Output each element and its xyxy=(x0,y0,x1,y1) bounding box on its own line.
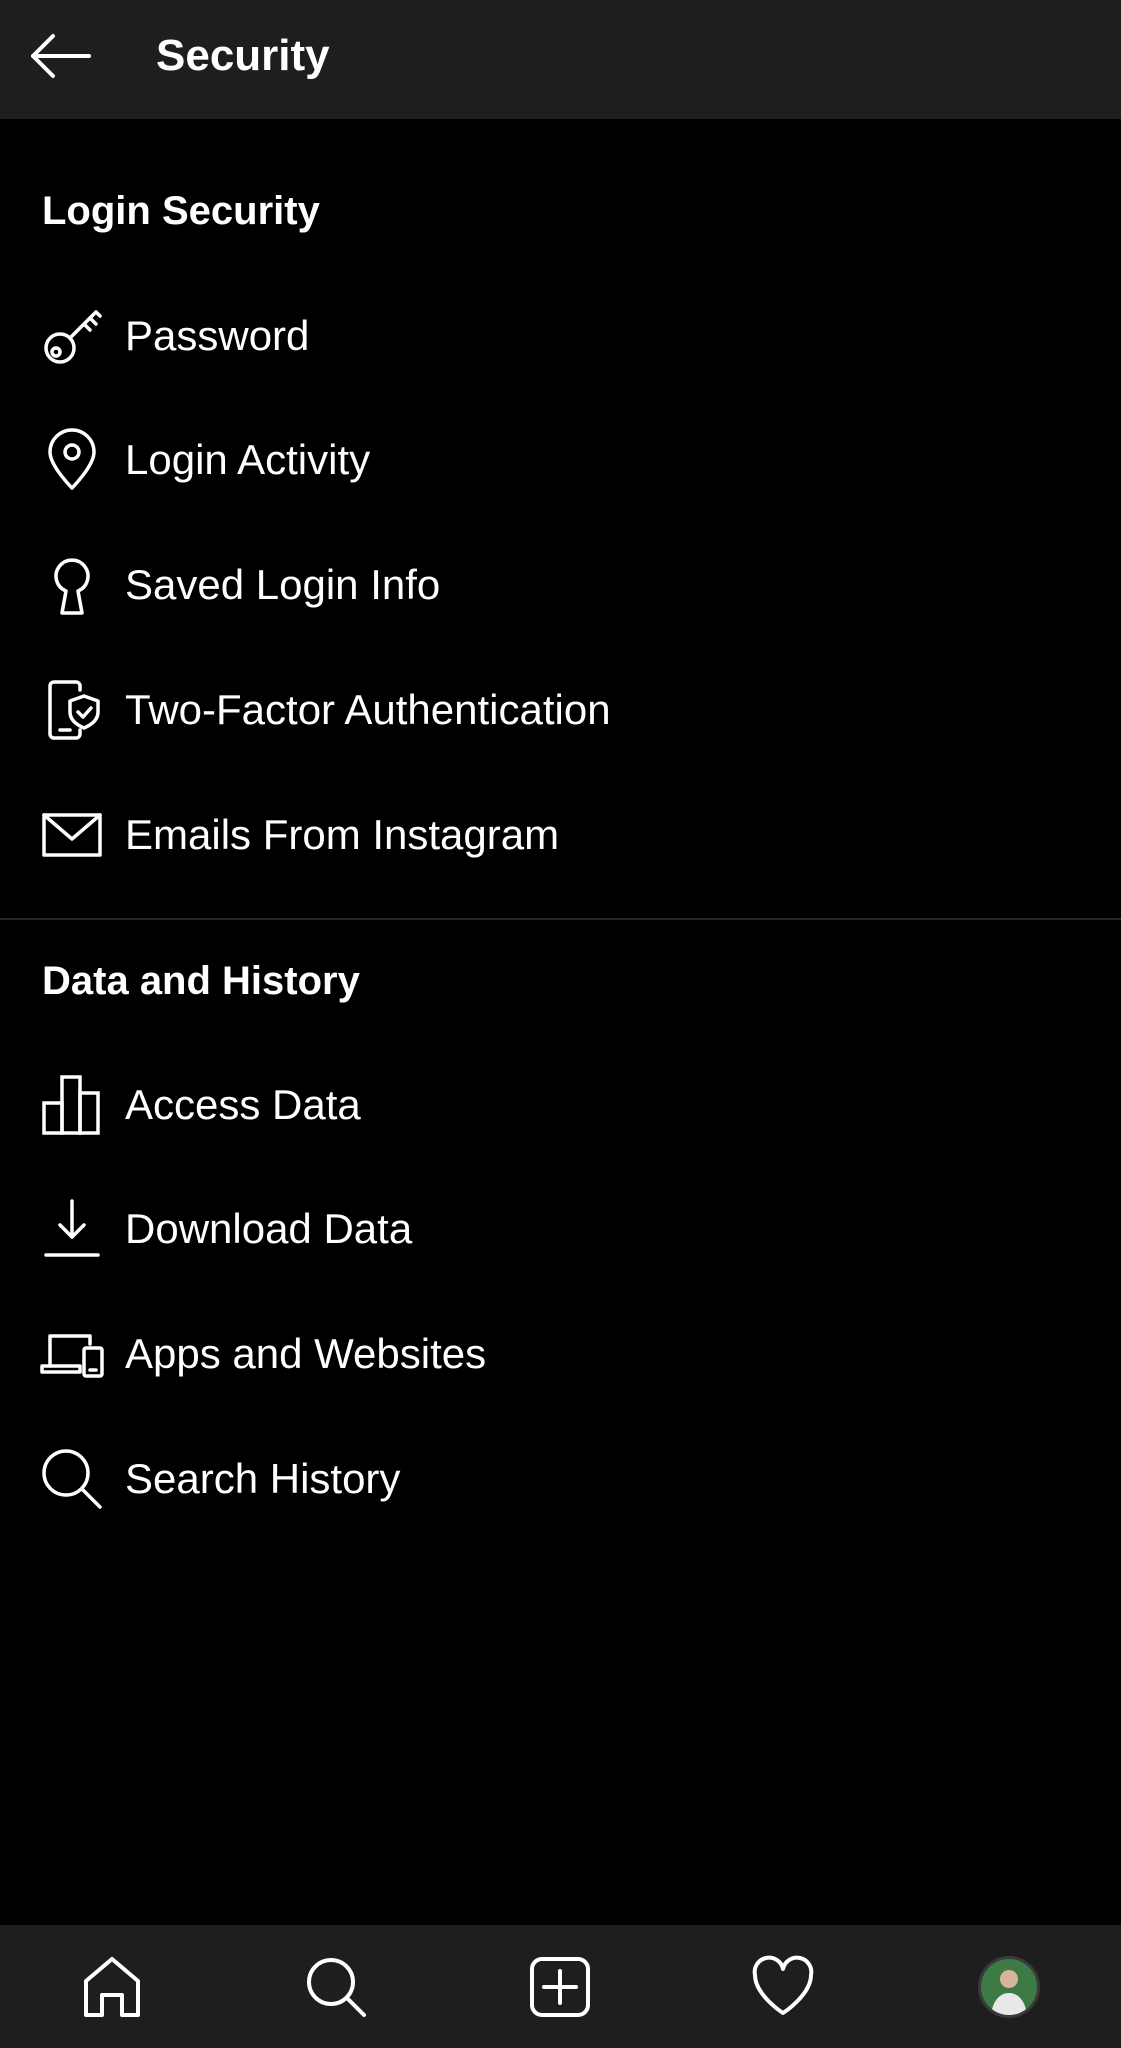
menu-item-label: Search History xyxy=(125,1455,401,1502)
menu-item-search-history[interactable]: Search History xyxy=(0,1424,1121,1534)
menu-item-label: Saved Login Info xyxy=(125,561,441,608)
section-title-login-security: Login Security xyxy=(42,189,320,233)
menu-item-password[interactable]: Password xyxy=(0,281,1121,391)
download-icon xyxy=(38,1195,106,1263)
new-post-icon xyxy=(528,1955,592,2019)
location-pin-icon xyxy=(38,426,106,494)
menu-item-apps-and-websites[interactable]: Apps and Websites xyxy=(0,1299,1121,1409)
bottom-nav xyxy=(0,1925,1121,2048)
menu-item-saved-login-info[interactable]: Saved Login Info xyxy=(0,530,1121,640)
keyhole-icon xyxy=(38,551,106,619)
nav-home-button[interactable] xyxy=(52,1925,172,2048)
section-divider xyxy=(0,918,1121,920)
menu-item-access-data[interactable]: Access Data xyxy=(0,1050,1121,1160)
home-icon xyxy=(80,1955,144,2019)
menu-item-label: Apps and Websites xyxy=(125,1330,487,1377)
menu-item-login-activity[interactable]: Login Activity xyxy=(0,405,1121,515)
devices-icon xyxy=(38,1320,106,1388)
key-icon xyxy=(38,302,106,370)
nav-activity-button[interactable] xyxy=(723,1925,843,2048)
page-title: Security xyxy=(156,31,330,80)
menu-item-label: Download Data xyxy=(125,1205,413,1252)
menu-item-download-data[interactable]: Download Data xyxy=(0,1174,1121,1284)
bar-chart-icon xyxy=(38,1071,106,1139)
menu-item-two-factor-authentication[interactable]: Two-Factor Authentication xyxy=(0,655,1121,765)
nav-search-button[interactable] xyxy=(276,1925,396,2048)
phone-shield-icon xyxy=(38,676,106,744)
menu-item-emails-from-instagram[interactable]: Emails From Instagram xyxy=(0,780,1121,890)
back-button[interactable] xyxy=(26,26,96,86)
nav-profile-button[interactable] xyxy=(949,1925,1069,2048)
section-title-data-and-history: Data and History xyxy=(42,959,360,1003)
search-icon xyxy=(304,1955,368,2019)
profile-avatar xyxy=(978,1955,1040,2018)
top-app-bar: Security xyxy=(0,0,1121,119)
arrow-left-icon xyxy=(29,32,93,80)
menu-item-label: Password xyxy=(125,312,310,359)
envelope-icon xyxy=(38,801,106,869)
heart-icon xyxy=(751,1955,815,2019)
menu-item-label: Login Activity xyxy=(125,436,371,483)
menu-item-label: Two-Factor Authentication xyxy=(125,686,611,733)
menu-item-label: Emails From Instagram xyxy=(125,811,560,858)
nav-new-post-button[interactable] xyxy=(500,1925,620,2048)
search-icon xyxy=(38,1445,106,1513)
menu-item-label: Access Data xyxy=(125,1081,361,1128)
